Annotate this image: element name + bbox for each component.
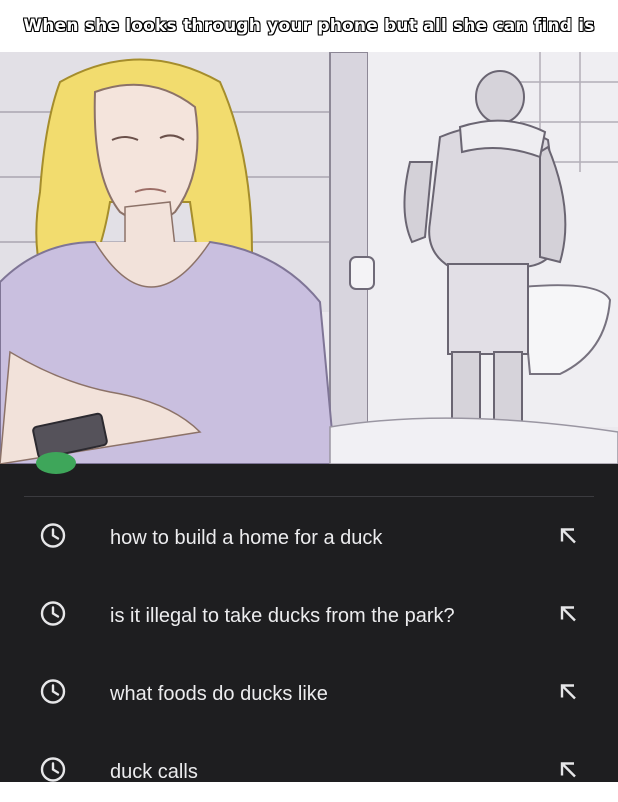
- fill-query-arrow-icon[interactable]: [556, 680, 580, 709]
- meme-caption-bar: When she looks through your phone but al…: [0, 0, 618, 52]
- comic-illustration: [0, 52, 618, 464]
- illustration-svg: [0, 52, 618, 464]
- suggestion-row[interactable]: duck calls: [0, 742, 618, 802]
- search-suggestions-panel: how to build a home for a duck is it ill…: [0, 452, 618, 783]
- history-clock-icon: [38, 755, 68, 790]
- divider: [24, 496, 594, 497]
- suggestion-row[interactable]: how to build a home for a duck: [0, 508, 618, 568]
- suggestion-row[interactable]: is it illegal to take ducks from the par…: [0, 586, 618, 646]
- history-clock-icon: [38, 677, 68, 712]
- history-clock-icon: [38, 521, 68, 556]
- meme-caption: When she looks through your phone but al…: [23, 16, 595, 36]
- suggestion-text: is it illegal to take ducks from the par…: [110, 604, 455, 627]
- suggestion-row[interactable]: what foods do ducks like: [0, 664, 618, 724]
- suggestion-text: how to build a home for a duck: [110, 526, 383, 549]
- suggestion-text: duck calls: [110, 760, 198, 783]
- fill-query-arrow-icon[interactable]: [556, 758, 580, 787]
- partial-avatar: [36, 452, 76, 474]
- history-clock-icon: [38, 599, 68, 634]
- fill-query-arrow-icon[interactable]: [556, 524, 580, 553]
- suggestion-text: what foods do ducks like: [110, 682, 328, 705]
- fill-query-arrow-icon[interactable]: [556, 602, 580, 631]
